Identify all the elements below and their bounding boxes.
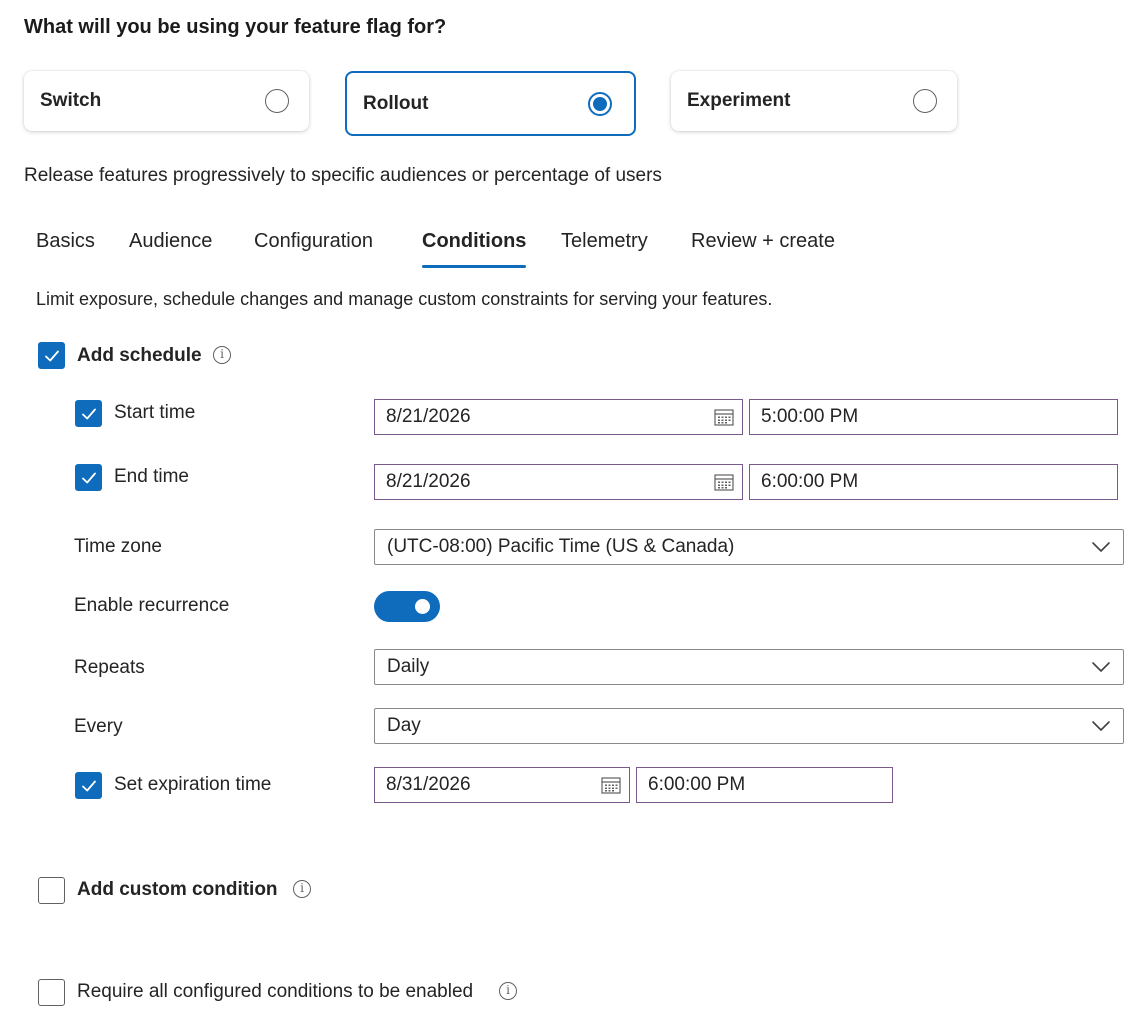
start-date-value: 8/21/2026 bbox=[386, 406, 471, 427]
calendar-icon[interactable] bbox=[714, 473, 734, 491]
info-icon[interactable]: i bbox=[293, 880, 311, 898]
start-time-label: Start time bbox=[114, 402, 196, 423]
rollout-radio[interactable] bbox=[588, 91, 612, 116]
expiration-time-field[interactable]: 6:00:00 PM bbox=[636, 767, 893, 803]
every-value: Day bbox=[387, 715, 421, 736]
end-time-label: End time bbox=[114, 466, 189, 487]
require-all-label: Require all configured conditions to be … bbox=[77, 981, 474, 1002]
add-schedule-label: Add schedule bbox=[77, 345, 202, 366]
switch-radio[interactable] bbox=[265, 89, 289, 113]
chevron-down-icon bbox=[1092, 721, 1110, 731]
add-custom-condition-label: Add custom condition bbox=[77, 879, 278, 900]
conditions-description: Limit exposure, schedule changes and man… bbox=[36, 289, 773, 309]
expiration-checkbox[interactable] bbox=[75, 772, 102, 799]
info-icon[interactable]: i bbox=[499, 982, 517, 1000]
add-custom-condition-checkbox[interactable] bbox=[38, 877, 65, 904]
flag-type-label: Switch bbox=[40, 90, 102, 111]
tab-audience[interactable]: Audience bbox=[129, 230, 212, 268]
end-date-value: 8/21/2026 bbox=[386, 471, 471, 492]
end-time-field[interactable]: 6:00:00 PM bbox=[749, 464, 1118, 500]
calendar-icon[interactable] bbox=[714, 408, 734, 426]
expiration-date-value: 8/31/2026 bbox=[386, 774, 471, 795]
every-dropdown[interactable]: Day bbox=[374, 708, 1124, 744]
end-time-checkbox[interactable] bbox=[75, 464, 102, 491]
checkmark-icon bbox=[81, 472, 96, 483]
calendar-icon[interactable] bbox=[601, 776, 621, 794]
recurrence-toggle[interactable] bbox=[374, 591, 440, 622]
info-icon[interactable]: i bbox=[213, 346, 231, 364]
flag-type-rollout-card[interactable]: Rollout bbox=[345, 71, 636, 136]
start-time-value: 5:00:00 PM bbox=[761, 406, 859, 427]
time-zone-dropdown[interactable]: (UTC-08:00) Pacific Time (US & Canada) bbox=[374, 529, 1124, 565]
add-schedule-checkbox[interactable] bbox=[38, 342, 65, 369]
flag-type-label: Experiment bbox=[687, 90, 791, 111]
time-zone-value: (UTC-08:00) Pacific Time (US & Canada) bbox=[387, 536, 735, 557]
expiration-date-field[interactable]: 8/31/2026 bbox=[374, 767, 630, 803]
start-time-field[interactable]: 5:00:00 PM bbox=[749, 399, 1118, 435]
checkmark-icon bbox=[81, 408, 96, 419]
every-label: Every bbox=[74, 716, 123, 737]
tab-conditions[interactable]: Conditions bbox=[422, 230, 527, 268]
tab-configuration[interactable]: Configuration bbox=[254, 230, 373, 268]
chevron-down-icon bbox=[1092, 542, 1110, 552]
flag-type-switch-card[interactable]: Switch bbox=[24, 71, 309, 131]
end-date-field[interactable]: 8/21/2026 bbox=[374, 464, 743, 500]
expiration-time-value: 6:00:00 PM bbox=[648, 774, 746, 795]
repeats-label: Repeats bbox=[74, 657, 145, 678]
flag-type-description: Release features progressively to specif… bbox=[24, 165, 662, 186]
start-time-checkbox[interactable] bbox=[75, 400, 102, 427]
checkmark-icon bbox=[81, 780, 96, 791]
require-all-checkbox[interactable] bbox=[38, 979, 65, 1006]
chevron-down-icon bbox=[1092, 662, 1110, 672]
tab-telemetry[interactable]: Telemetry bbox=[561, 230, 648, 268]
flag-type-experiment-card[interactable]: Experiment bbox=[671, 71, 957, 131]
recurrence-label: Enable recurrence bbox=[74, 595, 230, 616]
experiment-radio[interactable] bbox=[913, 89, 937, 113]
repeats-value: Daily bbox=[387, 656, 430, 677]
expiration-label: Set expiration time bbox=[114, 774, 272, 795]
page-heading: What will you be using your feature flag… bbox=[24, 16, 447, 38]
tab-review-create[interactable]: Review + create bbox=[691, 230, 835, 268]
flag-type-label: Rollout bbox=[363, 92, 429, 114]
start-date-field[interactable]: 8/21/2026 bbox=[374, 399, 743, 435]
checkmark-icon bbox=[44, 350, 59, 361]
repeats-dropdown[interactable]: Daily bbox=[374, 649, 1124, 685]
end-time-value: 6:00:00 PM bbox=[761, 471, 859, 492]
time-zone-label: Time zone bbox=[74, 536, 162, 557]
tab-basics[interactable]: Basics bbox=[36, 230, 95, 268]
